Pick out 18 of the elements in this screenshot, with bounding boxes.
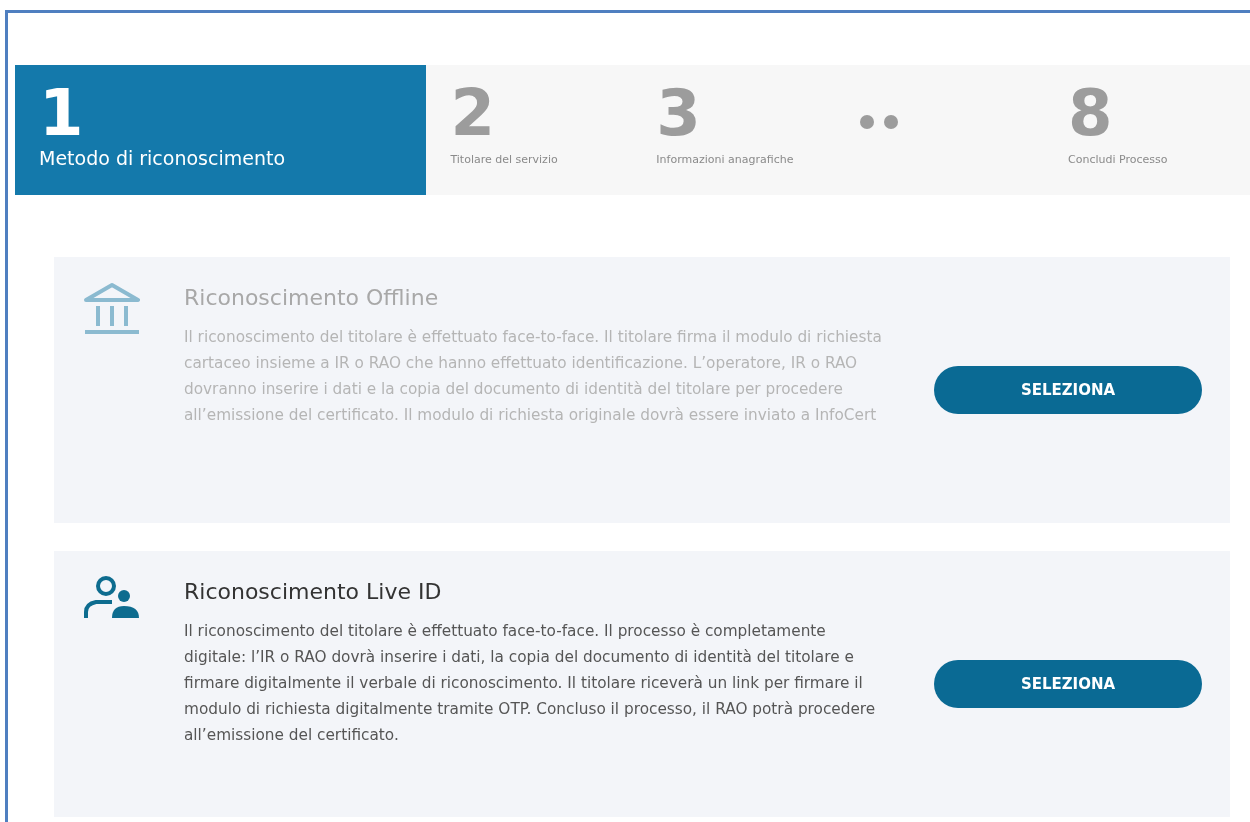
step-tab[interactable]: 1 Metodo di riconoscimento (15, 65, 427, 195)
option-title: Riconoscimento Live ID (184, 579, 443, 604)
step-number: 8 (1068, 81, 1114, 145)
dots-icon (860, 115, 899, 129)
step-tab[interactable]: 2 Titolare del servizio (426, 65, 633, 195)
step-label: Metodo di riconoscimento (39, 147, 287, 169)
step-number: 3 (656, 81, 702, 145)
step-label: Informazioni anagrafiche (656, 153, 795, 166)
option-description: Il riconoscimento del titolare è effettuato face-to-face. Il titolare firma il modulo di richiesta cartaceo insieme a IR o RAO che hanno effettuato identificazione. L’operatore, IR o RAO dovranno inserire i dati e la copia del documento di identità del titolare per procedere all’emissione del certificato. Il modulo di richiesta originale dovrà essere inviato a InfoCert (184, 327, 883, 426)
step-number: 2 (450, 81, 496, 145)
step-number: 1 (39, 81, 85, 145)
step-label: Titolare del servizio (450, 153, 559, 166)
option-title: Riconoscimento Offline (184, 285, 440, 310)
step-tab[interactable]: 3 Informazioni anagrafiche (632, 65, 839, 195)
option-description: Il riconoscimento del titolare è effettuato face-to-face. Il processo è completamente digitale: l’IR o RAO dovrà inserire i dati, la copia del documento di identità del titolare e firmare digitalmente il verbale di riconoscimento. Il titolare riceverà un link per firmare il modulo di richiesta digitalmente tramite OTP. Concluso il processo, il RAO potrà procedere all’emissione del certificato. (184, 621, 877, 746)
step-label: Concludi Processo (1068, 153, 1169, 166)
select-button[interactable]: SELEZIONA (934, 660, 1202, 708)
step-tab[interactable]: 8 Concludi Processo (1044, 65, 1250, 195)
